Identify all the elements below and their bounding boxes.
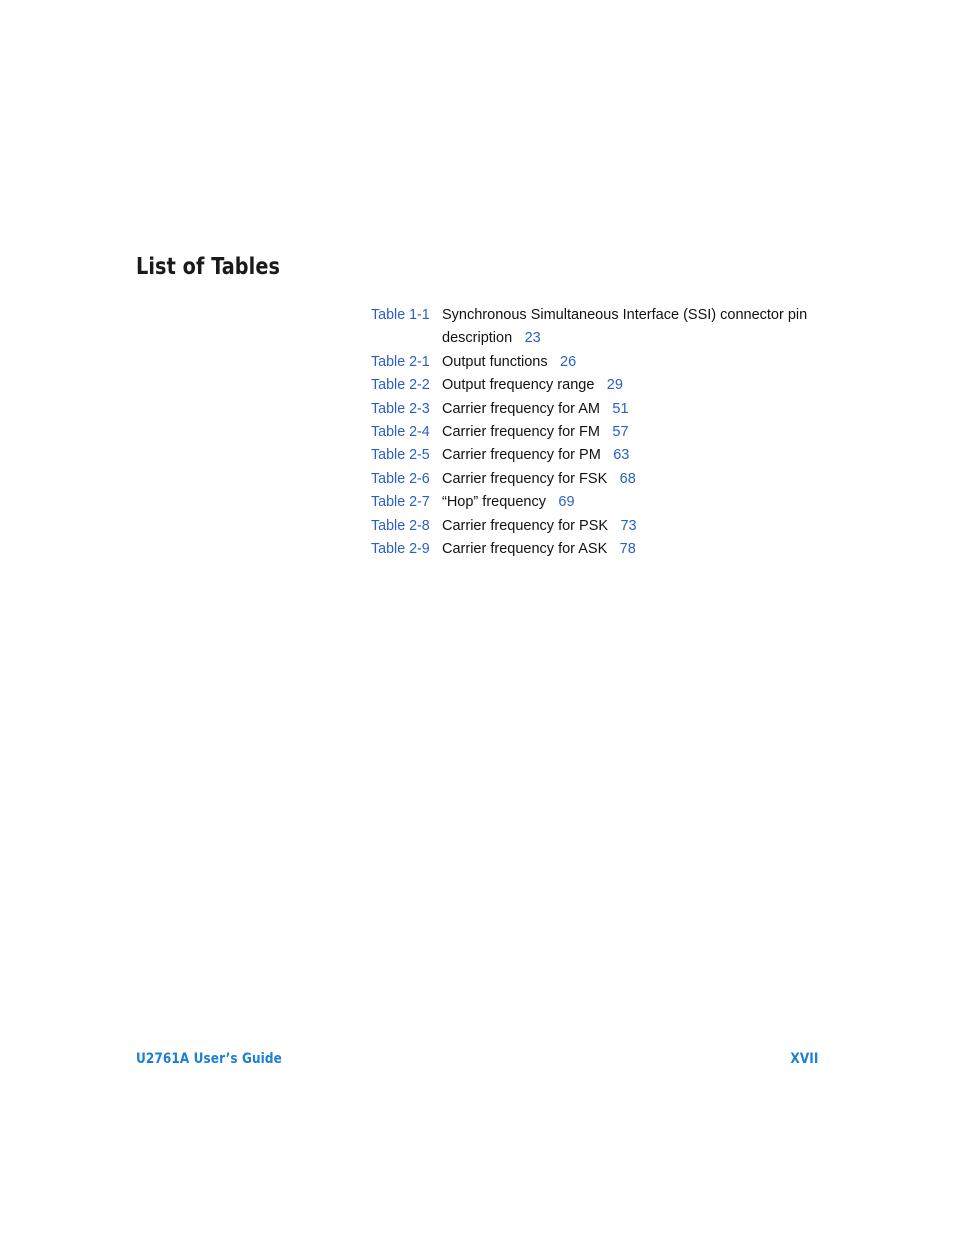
table-entry-page-number[interactable]: 26 xyxy=(560,353,576,370)
table-entry-label[interactable]: Table 2-5 xyxy=(371,443,438,466)
table-entry-description: Carrier frequency for AM xyxy=(442,399,600,417)
table-entry-body: Output functions 26 xyxy=(442,350,813,373)
table-entry-page-number[interactable]: 57 xyxy=(612,423,628,440)
table-entry-page-number[interactable]: 51 xyxy=(612,400,628,417)
table-entry-label[interactable]: Table 2-9 xyxy=(371,537,438,560)
footer-guide-title: U2761A User’s Guide xyxy=(136,1050,282,1067)
table-entry[interactable]: Table 2-7 “Hop” frequency 69 xyxy=(371,490,831,513)
page-title: List of Tables xyxy=(136,254,281,281)
table-entry-description: Carrier frequency for FSK xyxy=(442,469,608,487)
table-entry-page-number[interactable]: 73 xyxy=(620,517,636,534)
table-entry-description: Output frequency range xyxy=(442,376,595,394)
table-entry-body: Synchronous Simultaneous Interface (SSI)… xyxy=(442,303,813,350)
table-entry-body: Carrier frequency for AM 51 xyxy=(442,397,813,420)
table-entry-body: Output frequency range 29 xyxy=(442,373,813,396)
table-entry-page-number[interactable]: 63 xyxy=(613,446,629,463)
table-entry-label[interactable]: Table 2-4 xyxy=(371,420,438,443)
table-entry-label[interactable]: Table 2-2 xyxy=(371,373,438,396)
table-entry-page-number[interactable]: 68 xyxy=(620,470,636,487)
table-entry-body: Carrier frequency for FM 57 xyxy=(442,420,813,443)
table-entry[interactable]: Table 2-3 Carrier frequency for AM 51 xyxy=(371,397,831,420)
table-entry-body: Carrier frequency for ASK 78 xyxy=(442,537,813,560)
table-entry-label[interactable]: Table 2-3 xyxy=(371,397,438,420)
page-footer: U2761A User’s Guide XVII xyxy=(136,1050,818,1067)
table-entry[interactable]: Table 2-2 Output frequency range 29 xyxy=(371,373,831,396)
footer-page-number: XVII xyxy=(789,1050,818,1067)
table-entry-body: “Hop” frequency 69 xyxy=(442,490,813,513)
table-entry-description: Carrier frequency for PSK xyxy=(442,516,609,534)
table-entry-label[interactable]: Table 1-1 xyxy=(371,303,438,326)
table-entry-description: Synchronous Simultaneous Interface (SSI)… xyxy=(442,306,808,347)
table-entry-description: “Hop” frequency xyxy=(442,493,547,511)
table-entry-page-number[interactable]: 29 xyxy=(607,376,623,393)
table-entry[interactable]: Table 2-6 Carrier frequency for FSK 68 xyxy=(371,467,831,490)
table-entry[interactable]: Table 2-5 Carrier frequency for PM 63 xyxy=(371,443,831,466)
table-entry-body: Carrier frequency for PM 63 xyxy=(442,443,813,466)
table-entry-body: Carrier frequency for PSK 73 xyxy=(442,514,813,537)
table-entry-label[interactable]: Table 2-6 xyxy=(371,467,438,490)
table-entry-description: Carrier frequency for FM xyxy=(442,423,600,441)
table-entry-page-number[interactable]: 69 xyxy=(558,493,574,510)
table-entry-page-number[interactable]: 23 xyxy=(525,329,541,346)
table-entry-label[interactable]: Table 2-7 xyxy=(371,490,438,513)
list-of-tables: Table 1-1 Synchronous Simultaneous Interf… xyxy=(371,303,831,560)
table-entry-body: Carrier frequency for FSK 68 xyxy=(442,467,813,490)
table-entry-label[interactable]: Table 2-8 xyxy=(371,514,438,537)
table-entry[interactable]: Table 1-1 Synchronous Simultaneous Interf… xyxy=(371,303,831,350)
table-entry[interactable]: Table 2-4 Carrier frequency for FM 57 xyxy=(371,420,831,443)
table-entry-page-number[interactable]: 78 xyxy=(620,540,636,557)
table-entry[interactable]: Table 2-1 Output functions 26 xyxy=(371,350,831,373)
document-page: List of Tables Table 1-1 Synchronous Simu… xyxy=(0,0,954,1235)
table-entry-label[interactable]: Table 2-1 xyxy=(371,350,438,373)
table-entry-description: Output functions xyxy=(442,352,548,370)
table-entry[interactable]: Table 2-8 Carrier frequency for PSK 73 xyxy=(371,514,831,537)
table-entry-description: Carrier frequency for PM xyxy=(442,446,601,464)
table-entry[interactable]: Table 2-9 Carrier frequency for ASK 78 xyxy=(371,537,831,560)
table-entry-description: Carrier frequency for ASK xyxy=(442,540,608,558)
